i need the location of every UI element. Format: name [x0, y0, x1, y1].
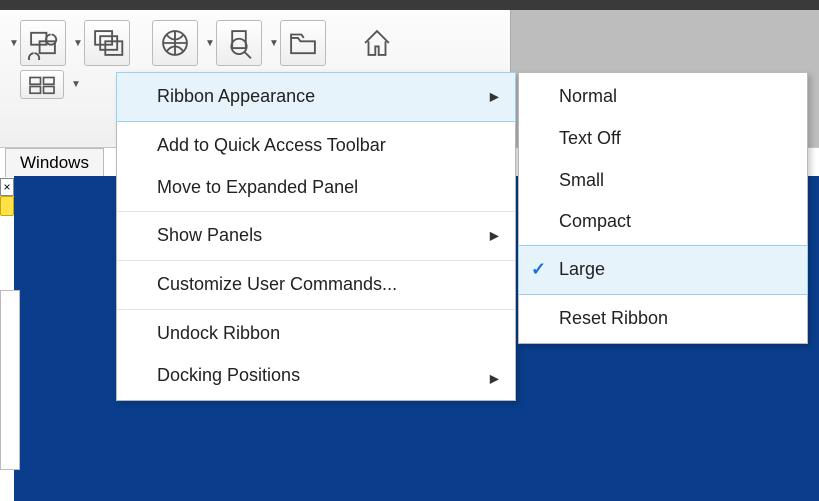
submenu-item-reset-ribbon[interactable]: Reset Ribbon — [519, 295, 807, 343]
menu-item-label: Customize User Commands... — [157, 274, 397, 294]
menu-item-show-panels[interactable]: Show Panels ▶ — [117, 212, 515, 260]
menu-item-label: Compact — [559, 211, 631, 231]
menu-item-add-to-qat[interactable]: Add to Quick Access Toolbar — [117, 122, 515, 170]
submenu-item-text-off[interactable]: Text Off — [519, 121, 807, 163]
menu-item-ribbon-appearance[interactable]: Ribbon Appearance ▶ — [116, 72, 516, 122]
side-panel — [0, 290, 20, 470]
submenu-item-large[interactable]: ✓ Large — [518, 245, 808, 295]
open-folder-button[interactable] — [280, 20, 326, 66]
ribbon-context-menu: Ribbon Appearance ▶ Add to Quick Access … — [116, 72, 516, 401]
menu-item-label: Docking Positions — [157, 365, 300, 385]
menu-item-label: Move to Expanded Panel — [157, 177, 358, 197]
close-icon[interactable]: × — [0, 178, 14, 196]
menu-item-label: Text Off — [559, 128, 621, 148]
menu-item-label: Reset Ribbon — [559, 308, 668, 328]
dropdown-arrow-icon[interactable]: ▼ — [202, 38, 212, 49]
dropdown-arrow-icon[interactable]: ▼ — [266, 38, 276, 49]
menu-item-label: Ribbon Appearance — [157, 86, 315, 106]
submenu-arrow-icon: ▶ — [490, 90, 499, 103]
menu-item-label: Normal — [559, 86, 617, 106]
dropdown-arrow-icon[interactable]: ▼ — [68, 79, 78, 90]
menu-item-label: Undock Ribbon — [157, 323, 280, 343]
menu-item-label: Small — [559, 170, 604, 190]
globe-button[interactable] — [152, 20, 198, 66]
menu-item-customize-user-commands[interactable]: Customize User Commands... — [117, 261, 515, 309]
menu-item-label: Large — [559, 259, 605, 279]
menu-item-label: Show Panels — [157, 225, 262, 245]
submenu-item-small[interactable]: Small — [519, 163, 807, 205]
dropdown-arrow-icon[interactable]: ▼ — [6, 38, 16, 49]
submenu-arrow-icon: ▶ — [490, 372, 499, 385]
checkmark-icon: ✓ — [531, 260, 546, 280]
cascade-windows-button[interactable] — [84, 20, 130, 66]
pin-icon[interactable] — [0, 196, 14, 216]
tile-windows-button[interactable] — [20, 20, 66, 66]
submenu-item-compact[interactable]: Compact — [519, 204, 807, 246]
ribbon-panel-tab-windows[interactable]: Windows — [5, 148, 104, 177]
submenu-item-normal[interactable]: Normal — [519, 73, 807, 121]
menu-item-label: Add to Quick Access Toolbar — [157, 135, 386, 155]
menu-item-move-to-expanded-panel[interactable]: Move to Expanded Panel — [117, 170, 515, 212]
menubar: et Started Vault Autodesk 360 — [0, 0, 819, 10]
find-document-button[interactable] — [216, 20, 262, 66]
menubar-item[interactable]: et Started — [20, 0, 94, 2]
home-button[interactable] — [354, 20, 400, 66]
grid-layout-button[interactable] — [20, 70, 64, 99]
menu-item-docking-positions[interactable]: Docking Positions ▶ — [117, 358, 515, 400]
menu-item-undock-ribbon[interactable]: Undock Ribbon — [117, 310, 515, 358]
dropdown-arrow-icon[interactable]: ▼ — [70, 38, 80, 49]
ribbon-appearance-submenu: Normal Text Off Small Compact ✓ Large Re… — [518, 72, 808, 344]
submenu-arrow-icon: ▶ — [490, 230, 499, 243]
menubar-item[interactable]: Vault — [124, 0, 162, 2]
menubar-item[interactable]: Autodesk 360 — [191, 0, 295, 2]
